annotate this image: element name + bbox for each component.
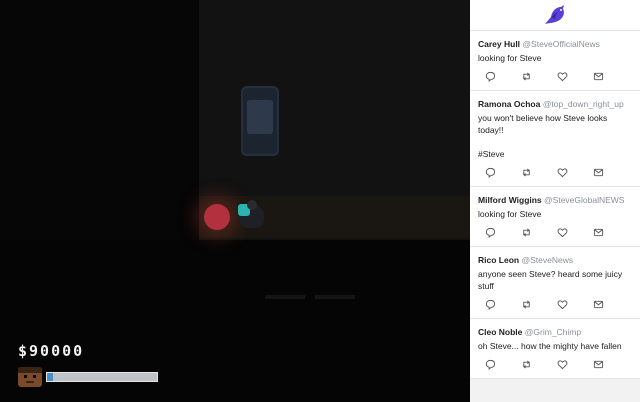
tweet-author-name: Ramona Ochoa xyxy=(478,99,541,109)
retweet-icon[interactable] xyxy=(520,298,532,310)
tweet-text: looking for Steve xyxy=(478,209,542,219)
tweet-author-handle: @SteveGlobalNEWS xyxy=(544,195,625,205)
tweet: Rico Leon @SteveNews anyone seen Steve? … xyxy=(470,247,640,319)
tweet-list: Carey Hull @SteveOfficialNews looking fo… xyxy=(470,31,640,379)
tweet-actions xyxy=(478,292,632,312)
road-marking xyxy=(315,295,355,299)
tweet-text: you won't believe how Steve looks today!… xyxy=(478,113,608,159)
progress-bar-fill xyxy=(47,373,53,381)
player-character xyxy=(238,200,266,232)
message-icon[interactable] xyxy=(592,166,604,178)
tweet: Carey Hull @SteveOfficialNews looking fo… xyxy=(470,31,640,91)
like-icon[interactable] xyxy=(556,166,568,178)
money-counter: $90000 xyxy=(18,342,85,360)
tweet-author-handle: @SteveOfficialNews xyxy=(522,39,600,49)
bird-icon xyxy=(545,5,564,24)
tweet-text: looking for Steve xyxy=(478,53,542,63)
tweet-author-name: Rico Leon xyxy=(478,255,520,265)
tweet-author-name: Milford Wiggins xyxy=(478,195,542,205)
tweet-actions xyxy=(478,64,632,84)
tweet-author-handle: @top_down_right_up xyxy=(542,99,624,109)
retweet-icon[interactable] xyxy=(520,166,532,178)
progress-bar xyxy=(46,372,158,382)
like-icon[interactable] xyxy=(556,298,568,310)
retweet-icon[interactable] xyxy=(520,226,532,238)
game-screen: $90000 Carey Hull @SteveOfficialNews loo… xyxy=(0,0,640,402)
message-icon[interactable] xyxy=(592,358,604,370)
feed-header xyxy=(470,0,640,31)
message-icon[interactable] xyxy=(592,226,604,238)
tweet-author-name: Cleo Noble xyxy=(478,327,523,337)
like-icon[interactable] xyxy=(556,226,568,238)
retweet-icon[interactable] xyxy=(520,358,532,370)
npc-character xyxy=(204,204,230,230)
tweet-author-handle: @SteveNews xyxy=(521,255,574,265)
tweet-author-handle: @Grim_Chimp xyxy=(524,327,582,337)
tweet-text: oh Steve... how the mighty have fallen xyxy=(478,341,622,351)
reply-icon[interactable] xyxy=(484,226,496,238)
parked-car xyxy=(241,86,279,156)
tweet-actions xyxy=(478,352,632,372)
reply-icon[interactable] xyxy=(484,70,496,82)
retweet-icon[interactable] xyxy=(520,70,532,82)
reply-icon[interactable] xyxy=(484,166,496,178)
tweet: Milford Wiggins @SteveGlobalNEWS looking… xyxy=(470,187,640,247)
tweet-actions xyxy=(478,220,632,240)
reply-icon[interactable] xyxy=(484,298,496,310)
reply-icon[interactable] xyxy=(484,358,496,370)
tweet-text: anyone seen Steve? heard some juicy stuf… xyxy=(478,269,623,291)
tweet-actions xyxy=(478,160,632,180)
game-viewport[interactable]: $90000 xyxy=(0,0,470,402)
like-icon[interactable] xyxy=(556,358,568,370)
tweet-author-name: Carey Hull xyxy=(478,39,521,49)
road-marking xyxy=(265,295,305,299)
message-icon[interactable] xyxy=(592,298,604,310)
tweet: Ramona Ochoa @top_down_right_up you won'… xyxy=(470,91,640,187)
message-icon[interactable] xyxy=(592,70,604,82)
social-feed-panel: Carey Hull @SteveOfficialNews looking fo… xyxy=(470,0,640,402)
like-icon[interactable] xyxy=(556,70,568,82)
player-face-icon xyxy=(18,367,42,387)
tweet: Cleo Noble @Grim_Chimp oh Steve... how t… xyxy=(470,319,640,379)
